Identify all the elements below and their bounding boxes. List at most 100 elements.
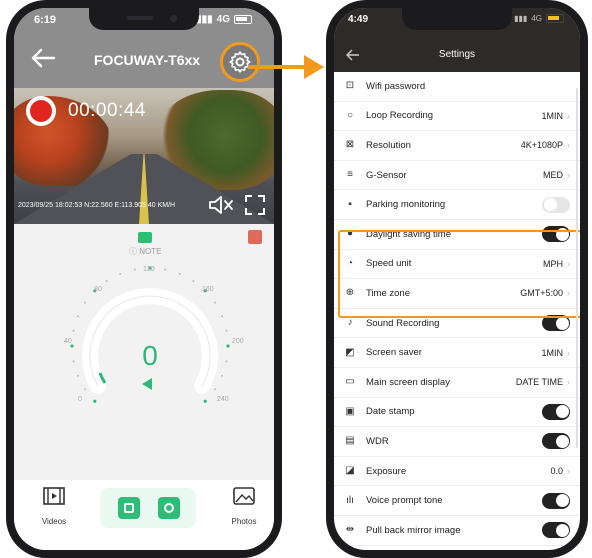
setting-row-wifi-password[interactable]: ⊡ Wifi password	[334, 72, 580, 102]
setting-label: Date stamp	[366, 406, 415, 418]
notch	[402, 8, 512, 30]
setting-row-speed-unit[interactable]: ◔ Speed unit MPH ›	[334, 250, 580, 280]
capture-controls	[100, 488, 196, 528]
toggle-knob	[543, 198, 557, 212]
toggle-switch[interactable]	[542, 196, 570, 213]
setting-value: 1MIN	[541, 110, 563, 121]
back-arrow-icon[interactable]	[30, 48, 56, 68]
network-label: 4G	[216, 14, 230, 25]
setting-row-sound-recording[interactable]: ♪ Sound Recording	[334, 309, 580, 339]
videos-label: Videos	[41, 517, 67, 526]
record-timer: 00:00:44	[68, 100, 146, 121]
speed-value: 0	[142, 340, 158, 371]
map-icon[interactable]	[248, 230, 262, 244]
resolution-icon: ⊠	[345, 139, 355, 151]
speed-tick-dot	[76, 374, 79, 377]
setting-label: Wifi password	[366, 80, 426, 92]
fullscreen-icon[interactable]	[244, 194, 266, 216]
wdr-icon: ▤	[345, 435, 355, 447]
setting-row-resolution[interactable]: ⊠ Resolution 4K+1080P ›	[334, 131, 580, 161]
setting-row-exposure[interactable]: ◪ Exposure 0.0 ›	[334, 457, 580, 487]
setting-row-pull-back-mirror-image[interactable]: ⇹ Pull back mirror image	[334, 516, 580, 546]
setting-value: MED	[543, 170, 563, 181]
toggle-switch[interactable]	[542, 492, 570, 509]
toggle-knob	[555, 494, 569, 508]
speed-tick-dot	[164, 268, 167, 271]
speed-tick-dot	[72, 329, 75, 332]
camera-icon	[164, 503, 174, 513]
canvas: 6:19 ▮▮▮ 4G FOCUWAY-T6xx 00:00:44 2023/0…	[0, 0, 592, 558]
video-capture-button[interactable]	[118, 497, 140, 519]
g-sensor-icon: ≡	[347, 169, 353, 181]
setting-value: 1MIN	[541, 347, 563, 358]
photos-tab[interactable]: Photos	[224, 486, 264, 526]
setting-label: Time zone	[366, 287, 410, 299]
setting-label: Screen saver	[366, 347, 422, 359]
toggle-switch[interactable]	[542, 433, 570, 450]
speed-tick-dot	[93, 399, 97, 403]
videos-tab[interactable]: Videos	[34, 486, 74, 526]
setting-value: DATE TIME	[515, 377, 563, 388]
setting-label: Parking monitoring	[366, 199, 446, 211]
toggle-switch[interactable]	[542, 315, 570, 332]
setting-label: Main screen display	[366, 376, 450, 388]
setting-label: Speed unit	[366, 258, 412, 270]
setting-row-screen-saver[interactable]: ◩ Screen saver 1MIN ›	[334, 338, 580, 368]
chevron-right-icon: ›	[567, 466, 570, 477]
date-stamp-icon: ▣	[345, 405, 355, 417]
status-time: 4:49	[348, 14, 369, 25]
parking-icon: ▪	[348, 198, 352, 210]
toggle-switch[interactable]	[542, 403, 570, 420]
setting-row-main-screen-display[interactable]: ▭ Main screen display DATE TIME ›	[334, 368, 580, 398]
setting-row-daylight-saving-time[interactable]: ● Daylight saving time	[334, 220, 580, 250]
image-icon	[233, 487, 255, 505]
settings-screen: 4:49 ▮▮▮ 4G Settings ⊡ Wifi password ○ Loop…	[334, 8, 580, 550]
speed-tick-dot	[225, 329, 228, 332]
left-phone: 6:19 ▮▮▮ 4G FOCUWAY-T6xx 00:00:44 2023/0…	[6, 0, 282, 558]
battery-icon	[546, 14, 564, 23]
note-camera-icon[interactable]	[138, 232, 152, 243]
record-button[interactable]	[26, 96, 56, 126]
tick-160: 160	[202, 286, 214, 293]
photo-capture-button[interactable]	[158, 497, 180, 519]
speed-tick-dot	[192, 280, 195, 283]
setting-value: MPH	[543, 258, 563, 269]
tick-240: 240	[217, 396, 229, 403]
status-indicators: ▮▮▮ 4G	[196, 14, 252, 25]
speed-tick-dot	[213, 388, 216, 391]
speed-tick-dot	[76, 315, 79, 318]
voice-icon: ılı	[346, 494, 354, 506]
speed-tick-dot	[133, 268, 136, 271]
chevron-right-icon: ›	[567, 377, 570, 388]
setting-value: GMT+5:00	[520, 288, 563, 299]
setting-value: 4K+1080P	[520, 140, 563, 151]
note-label: ⓘ NOTE	[129, 247, 162, 256]
chevron-right-icon: ›	[567, 140, 570, 151]
setting-value: 0.0	[550, 466, 563, 477]
setting-label: Sound Recording	[366, 317, 440, 329]
scrollbar[interactable]	[576, 88, 578, 448]
setting-row-g-sensor[interactable]: ≡ G-Sensor MED ›	[334, 161, 580, 191]
mute-icon[interactable]	[208, 194, 234, 216]
setting-row-date-stamp[interactable]: ▣ Date stamp	[334, 398, 580, 428]
connector-arrow-icon	[248, 55, 324, 79]
chevron-right-icon: ›	[567, 170, 570, 181]
setting-row-loop-recording[interactable]: ○ Loop Recording 1MIN ›	[334, 102, 580, 132]
mic-icon: ♪	[347, 317, 353, 329]
toggle-switch[interactable]	[542, 226, 570, 243]
setting-label: Pull back mirror image	[366, 524, 461, 536]
setting-label: WDR	[366, 435, 389, 447]
setting-row-time-zone[interactable]: ⊕ Time zone GMT+5:00 ›	[334, 279, 580, 309]
video-camera-icon	[124, 503, 134, 513]
setting-row-voice-prompt-tone[interactable]: ılı Voice prompt tone	[334, 486, 580, 516]
speedometer-dial	[70, 266, 230, 403]
toggle-switch[interactable]	[542, 522, 570, 539]
setting-row-parking-monitoring[interactable]: ▪ Parking monitoring	[334, 190, 580, 220]
mirror-icon: ⇹	[345, 524, 355, 536]
tick-120: 120	[143, 266, 155, 273]
chevron-right-icon: ›	[567, 347, 570, 358]
network-label: 4G	[531, 14, 542, 23]
speed-tick-dot	[105, 280, 108, 283]
chevron-right-icon: ›	[567, 110, 570, 121]
setting-row-wdr[interactable]: ▤ WDR	[334, 427, 580, 457]
